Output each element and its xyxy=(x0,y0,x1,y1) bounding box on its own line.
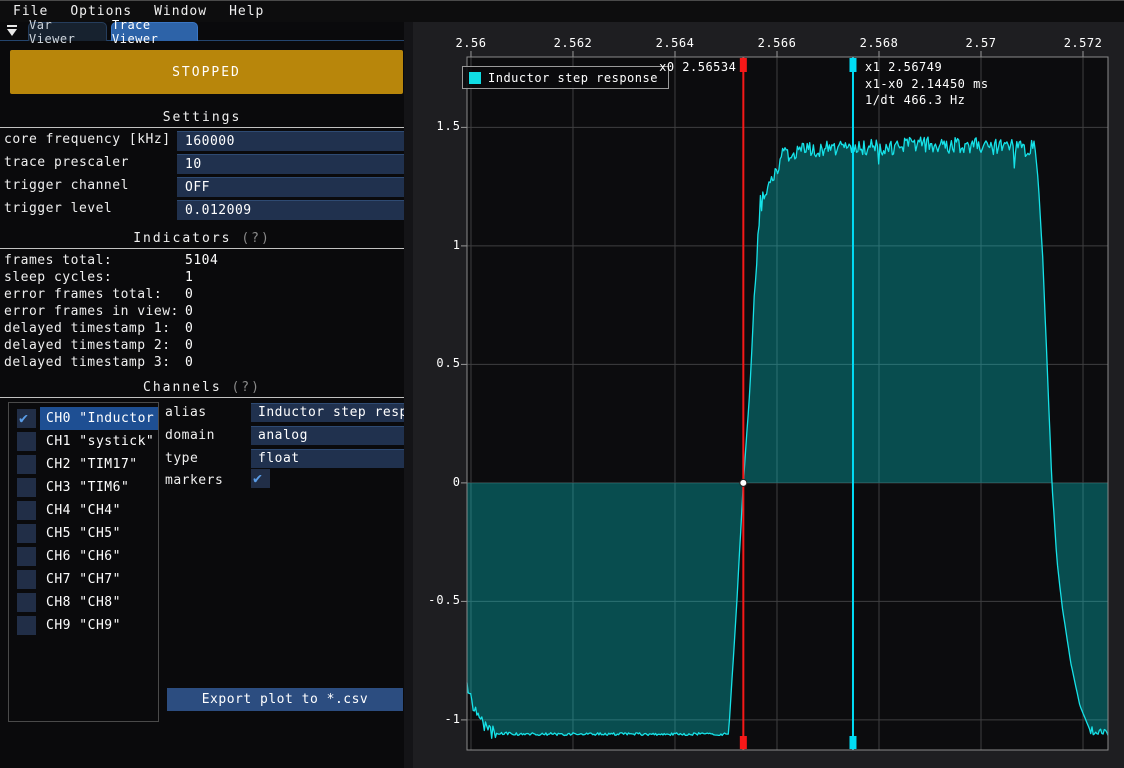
marker-x0-readout: x0 2.56534 xyxy=(659,59,736,76)
trace-plot-panel: 2.56 2.562 2.564 2.566 2.568 2.57 2.572 1.5 1 0.… xyxy=(413,22,1124,768)
tab-var-viewer[interactable]: Var Viewer xyxy=(28,22,107,41)
channel-checkbox-ch8[interactable] xyxy=(17,593,36,612)
error-frames-in-view-value: 0 xyxy=(185,304,193,319)
y-tick-label: 1.5 xyxy=(415,119,461,133)
channel-checkbox-ch2[interactable] xyxy=(17,455,36,474)
x-tick-label: 2.566 xyxy=(758,36,797,50)
menu-file[interactable]: File xyxy=(4,4,57,19)
stopped-status-button[interactable]: STOPPED xyxy=(10,50,403,94)
sleep-cycles-value: 1 xyxy=(185,270,193,285)
channel-checkbox-ch4[interactable] xyxy=(17,501,36,520)
domain-label: domain xyxy=(165,428,215,443)
trace-plot[interactable] xyxy=(413,22,1124,768)
tab-trace-viewer[interactable]: Trace Viewer xyxy=(111,22,198,41)
export-csv-button[interactable]: Export plot to *.csv xyxy=(167,688,403,711)
channel-row-ch0[interactable]: CH0 "Inductor st xyxy=(9,407,158,430)
core-frequency-label: core frequency [kHz] xyxy=(4,132,171,147)
channel-row-ch7[interactable]: CH7 "CH7" xyxy=(9,568,158,591)
channel-checkbox-ch1[interactable] xyxy=(17,432,36,451)
channel-checkbox-ch0[interactable] xyxy=(17,409,36,428)
type-label: type xyxy=(165,451,198,466)
delayed-timestamp-1-value: 0 xyxy=(185,321,193,336)
plot-legend[interactable]: Inductor step response xyxy=(462,66,669,89)
delayed-timestamp-2-value: 0 xyxy=(185,338,193,353)
channel-row-ch2[interactable]: CH2 "TIM17" xyxy=(9,453,158,476)
channel-checkbox-ch3[interactable] xyxy=(17,478,36,497)
sleep-cycles-label: sleep cycles: xyxy=(4,270,112,285)
channel-row-ch1[interactable]: CH1 "systick" xyxy=(9,430,158,453)
x-tick-label: 2.56 xyxy=(456,36,487,50)
error-frames-total-label: error frames total: xyxy=(4,287,162,302)
channel-row-ch4[interactable]: CH4 "CH4" xyxy=(9,499,158,522)
alias-label: alias xyxy=(165,405,207,420)
divider xyxy=(0,127,404,128)
settings-heading: Settings xyxy=(0,110,404,125)
indicators-help-icon[interactable]: (?) xyxy=(241,231,270,246)
delayed-timestamp-3-value: 0 xyxy=(185,355,193,370)
sidebar-panel: Var Viewer Trace Viewer STOPPED Settings… xyxy=(0,22,404,768)
trace-prescaler-label: trace prescaler xyxy=(4,155,129,170)
menu-options[interactable]: Options xyxy=(61,4,141,19)
delayed-timestamp-1-label: delayed timestamp 1: xyxy=(4,321,171,336)
y-tick-label: -1 xyxy=(415,712,461,726)
collapse-all-icon[interactable] xyxy=(6,25,18,37)
channels-help-icon[interactable]: (?) xyxy=(231,380,260,395)
x-tick-label: 2.568 xyxy=(860,36,899,50)
panel-splitter[interactable] xyxy=(404,22,413,768)
y-tick-label: -0.5 xyxy=(415,593,461,607)
x-tick-label: 2.562 xyxy=(554,36,593,50)
divider xyxy=(0,397,404,398)
alias-input[interactable]: Inductor step respons xyxy=(251,403,404,422)
trace-prescaler-input[interactable]: 10 xyxy=(177,154,409,174)
channel-checkbox-ch7[interactable] xyxy=(17,570,36,589)
channel-row-ch9[interactable]: CH9 "CH9" xyxy=(9,614,158,637)
channel-checkbox-ch9[interactable] xyxy=(17,616,36,635)
channels-heading: Channels (?) xyxy=(0,380,404,395)
trigger-level-input[interactable]: 0.012009 xyxy=(177,200,409,220)
markers-label: markers xyxy=(165,473,223,488)
delayed-timestamp-3-label: delayed timestamp 3: xyxy=(4,355,171,370)
markers-checkbox[interactable] xyxy=(251,469,270,488)
channel-list: CH0 "Inductor st CH1 "systick" CH2 "TIM1… xyxy=(8,402,159,722)
tab-bar: Var Viewer Trace Viewer xyxy=(0,22,404,41)
trigger-channel-label: trigger channel xyxy=(4,178,129,193)
type-select[interactable]: float xyxy=(251,449,404,468)
channel-row-ch5[interactable]: CH5 "CH5" xyxy=(9,522,158,545)
channel-checkbox-ch6[interactable] xyxy=(17,547,36,566)
app-window: File Options Window Help Var Viewer Trac… xyxy=(0,0,1124,768)
y-tick-label: 1 xyxy=(415,238,461,252)
core-frequency-input[interactable]: 160000 xyxy=(177,131,409,151)
channel-row-ch8[interactable]: CH8 "CH8" xyxy=(9,591,158,614)
menu-help[interactable]: Help xyxy=(220,4,273,19)
series-color-swatch xyxy=(469,72,481,84)
y-tick-label: 0 xyxy=(415,475,461,489)
error-frames-total-value: 0 xyxy=(185,287,193,302)
frames-total-value: 5104 xyxy=(185,253,218,268)
error-frames-in-view-label: error frames in view: xyxy=(4,304,179,319)
x-tick-label: 2.57 xyxy=(966,36,997,50)
y-tick-label: 0.5 xyxy=(415,356,461,370)
marker-x1-readout: x1 2.56749 x1-x0 2.14450 ms 1/dt 466.3 H… xyxy=(865,59,989,109)
channel-checkbox-ch5[interactable] xyxy=(17,524,36,543)
delayed-timestamp-2-label: delayed timestamp 2: xyxy=(4,338,171,353)
channel-row-ch3[interactable]: CH3 "TIM6" xyxy=(9,476,158,499)
x-tick-label: 2.572 xyxy=(1064,36,1103,50)
frames-total-label: frames total: xyxy=(4,253,112,268)
menu-window[interactable]: Window xyxy=(145,4,216,19)
domain-select[interactable]: analog xyxy=(251,426,404,445)
divider xyxy=(0,248,404,249)
x-tick-label: 2.564 xyxy=(656,36,695,50)
trigger-level-label: trigger level xyxy=(4,201,112,216)
indicators-heading: Indicators (?) xyxy=(0,231,404,246)
trigger-channel-select[interactable]: OFF xyxy=(177,177,409,197)
series-name: Inductor step response xyxy=(488,71,658,85)
channel-row-ch6[interactable]: CH6 "CH6" xyxy=(9,545,158,568)
